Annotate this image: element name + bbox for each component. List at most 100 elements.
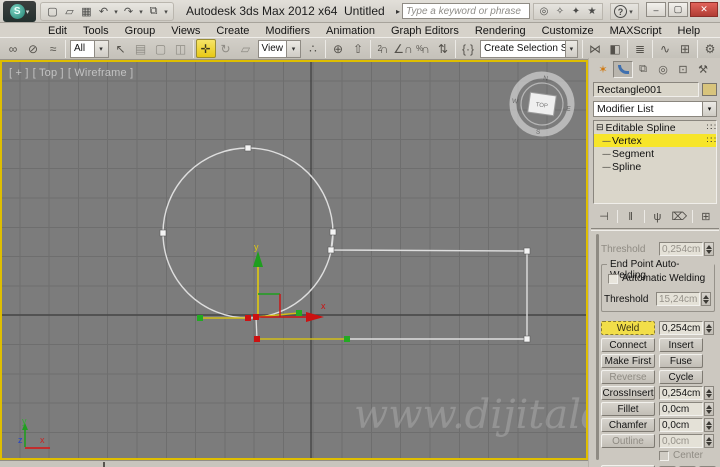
tab-utilities[interactable]: ⚒: [693, 61, 713, 78]
redo-button[interactable]: ↷: [120, 4, 137, 20]
viewport-menu-label[interactable]: [ + ]: [9, 67, 29, 79]
spinner-arrows-icon[interactable]: [704, 242, 714, 256]
crossinsert-spinner[interactable]: 0,254cm: [659, 386, 703, 400]
pin-stack-icon[interactable]: ⊣: [595, 209, 613, 224]
communication-icon[interactable]: ✦: [568, 6, 584, 17]
weld-button[interactable]: Weld: [601, 321, 655, 335]
search-icon[interactable]: ◎: [536, 6, 552, 17]
spinner-arrows-icon[interactable]: [704, 434, 714, 448]
stack-row-editable-spline[interactable]: ⊟ Editable Spline ∷∷: [594, 121, 716, 134]
menu-maxscript[interactable]: MAXScript: [602, 25, 670, 37]
fuse-button[interactable]: Fuse: [659, 354, 703, 368]
select-and-manipulate-icon[interactable]: ⊕: [328, 39, 348, 58]
reference-coordinate-dropdown[interactable]: View ▾: [257, 39, 301, 58]
redo-caret-icon[interactable]: ▾: [137, 8, 145, 16]
viewport-top[interactable]: www.dijitalders y x: [0, 60, 588, 460]
search-expand-icon[interactable]: ▸: [396, 7, 400, 16]
help-button[interactable]: ? ▾: [610, 3, 639, 20]
modifier-list-caret-icon[interactable]: ▾: [702, 102, 716, 116]
select-and-rotate-icon[interactable]: ↻: [216, 39, 236, 58]
keyboard-shortcut-override-icon[interactable]: ⇧: [348, 39, 368, 58]
edit-named-selection-sets-icon[interactable]: {·}: [458, 39, 478, 58]
open-file-button[interactable]: ▱: [61, 4, 78, 20]
gizmo-y-arrowhead[interactable]: [253, 251, 263, 267]
threshold2-spinner[interactable]: 15,24cm: [656, 292, 700, 306]
threshold-top-spinner[interactable]: 0,254cm: [659, 242, 703, 256]
named-selection-set-dropdown[interactable]: Create Selection Se ▾: [480, 39, 578, 58]
save-file-button[interactable]: ▦: [78, 4, 95, 20]
select-object-icon[interactable]: ↖: [111, 39, 131, 58]
rollout-scrollbar[interactable]: [596, 234, 599, 460]
layer-manager-icon[interactable]: ≣: [630, 39, 650, 58]
app-menu-button[interactable]: S ▾: [3, 1, 36, 22]
insert-button[interactable]: Insert: [659, 338, 703, 352]
tab-modify[interactable]: [613, 61, 633, 78]
make-unique-icon[interactable]: ψ: [648, 209, 666, 224]
new-file-button[interactable]: ▢: [44, 4, 61, 20]
viewcube[interactable]: TOP N E S W: [508, 71, 576, 140]
undo-caret-icon[interactable]: ▾: [112, 8, 120, 16]
named-selection-set-caret-icon[interactable]: ▾: [564, 40, 577, 57]
stack-row-vertex[interactable]: ---- Vertex ∷∷: [594, 134, 716, 147]
select-and-link-icon[interactable]: ∞: [3, 39, 23, 58]
object-color-swatch[interactable]: [702, 83, 717, 96]
mirror-icon[interactable]: ⋈: [585, 39, 605, 58]
menu-animation[interactable]: Animation: [318, 25, 383, 37]
track-bar[interactable]: [0, 460, 588, 467]
spinner-arrows-icon[interactable]: [704, 418, 714, 432]
minimize-button[interactable]: –: [646, 2, 666, 17]
remove-modifier-icon[interactable]: ⌦: [670, 209, 688, 224]
menu-graph-editors[interactable]: Graph Editors: [383, 25, 467, 37]
object-name-field[interactable]: Rectangle001: [593, 82, 699, 97]
tab-create[interactable]: ✶: [593, 61, 613, 78]
search-input[interactable]: [402, 3, 531, 19]
menu-customize[interactable]: Customize: [534, 25, 602, 37]
project-folder-button[interactable]: ⧉: [145, 4, 162, 20]
qat-overflow-caret-icon[interactable]: ▾: [162, 8, 170, 16]
spinner-arrows-icon[interactable]: [704, 386, 714, 400]
menu-rendering[interactable]: Rendering: [467, 25, 534, 37]
maximize-button[interactable]: ▢: [668, 2, 688, 17]
chamfer-button[interactable]: Chamfer: [601, 418, 655, 432]
rectangular-selection-region-icon[interactable]: ▢: [151, 39, 171, 58]
favorites-star-icon[interactable]: ★: [584, 6, 600, 17]
menu-edit[interactable]: Edit: [40, 25, 75, 37]
fillet-spinner[interactable]: 0,0cm: [659, 402, 703, 416]
spinner-arrows-icon[interactable]: [704, 402, 714, 416]
curve-editor-icon[interactable]: ∿: [655, 39, 675, 58]
expand-icon[interactable]: ⊟: [596, 122, 604, 133]
stack-row-spline[interactable]: ---- Spline: [594, 160, 716, 173]
tab-motion[interactable]: ◎: [653, 61, 673, 78]
spline-segment-vertical[interactable]: [255, 316, 258, 340]
make-first-button[interactable]: Make First: [601, 354, 655, 368]
spline-vertices[interactable]: [159, 144, 531, 343]
select-and-scale-icon[interactable]: ▱: [236, 39, 256, 58]
angle-snap-icon[interactable]: ∠ ∩: [393, 39, 413, 58]
selection-filter-caret-icon[interactable]: ▾: [93, 40, 108, 57]
spinner-arrows-icon[interactable]: [701, 292, 711, 306]
window-crossing-icon[interactable]: ◫: [171, 39, 191, 58]
viewport-view-label[interactable]: [ Top ]: [33, 67, 64, 79]
subscription-icon[interactable]: ✧: [552, 6, 568, 17]
chamfer-spinner[interactable]: 0,0cm: [659, 418, 703, 432]
unlink-selection-icon[interactable]: ⊘: [23, 39, 43, 58]
show-end-result-icon[interactable]: ‖: [622, 209, 640, 224]
crossinsert-button[interactable]: CrossInsert: [601, 386, 655, 400]
menu-modifiers[interactable]: Modifiers: [257, 25, 318, 37]
reference-coordinate-caret-icon[interactable]: ▾: [286, 40, 300, 57]
schematic-view-icon[interactable]: ⊞: [675, 39, 695, 58]
menu-tools[interactable]: Tools: [75, 25, 117, 37]
menu-views[interactable]: Views: [163, 25, 208, 37]
viewcube-n[interactable]: N: [543, 75, 549, 83]
spinner-snap-icon[interactable]: ⇅: [433, 39, 453, 58]
menu-help[interactable]: Help: [670, 25, 709, 37]
configure-modifier-sets-icon[interactable]: ⊞: [697, 209, 715, 224]
stack-row-segment[interactable]: ---- Segment: [594, 147, 716, 160]
spline-rectangle[interactable]: [330, 231, 528, 340]
close-button[interactable]: ✕: [690, 2, 718, 17]
bind-to-space-warp-icon[interactable]: ≈: [43, 39, 63, 58]
viewport-shading-label[interactable]: [ Wireframe ]: [68, 67, 134, 79]
percent-snap-icon[interactable]: % ∩: [413, 39, 433, 58]
gizmo-x-arrowhead[interactable]: [306, 312, 324, 322]
automatic-welding-checkbox[interactable]: [608, 273, 618, 284]
